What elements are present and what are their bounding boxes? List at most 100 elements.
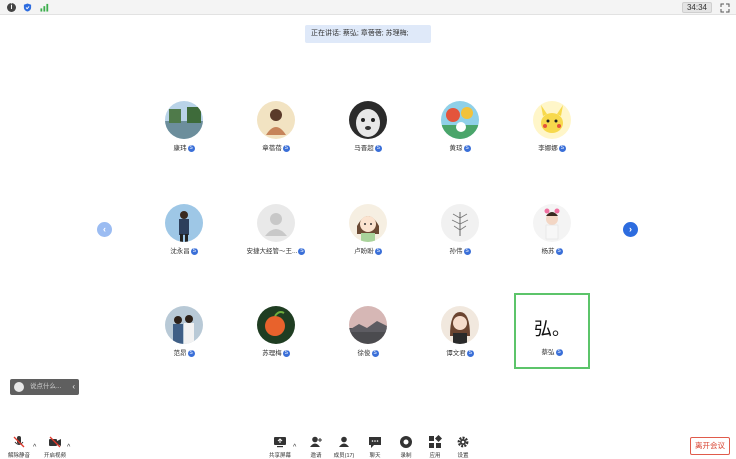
participant-name: 蔡弘 [541,349,555,356]
status-badge: S [187,349,195,357]
avatar [349,204,387,242]
status-badge: S [371,349,379,357]
participant-tile[interactable]: 马晋超 S [329,90,407,166]
participant-name: 黄琼 [449,145,463,152]
avatar [441,204,479,242]
info-icon[interactable]: i [7,3,16,12]
participant-tile[interactable]: 卢盼盼 S [329,193,407,269]
fullscreen-icon[interactable] [720,3,730,13]
avatar [257,101,295,139]
participant-name: 范昂 [173,350,187,357]
status-badge: S [187,144,195,152]
speaking-banner: 正在讲话: 蔡弘; 章蓓蓓; 苏理梅; [305,25,431,43]
meeting-window: i 34:34 正在讲话: 蔡弘; 章蓓蓓; 苏理梅; ‹ › 康玮 S 章蓓蓓… [0,0,736,459]
shield-icon[interactable] [23,3,32,12]
record-label: 录制 [400,453,412,459]
participant-tile[interactable]: 范昂 S [145,295,223,371]
status-badge: S [374,144,382,152]
participant-name: 卢盼盼 [354,248,374,255]
participant-name: 谭文君 [446,350,466,357]
participant-name: 安捷大经管～王... [246,248,298,255]
top-bar: i 34:34 [0,0,736,15]
participant-tile[interactable]: 苏理梅 S [237,295,315,371]
signal-icon[interactable] [40,3,49,12]
avatar [533,101,571,139]
status-badge: S [298,247,306,255]
audio-options-chevron-icon[interactable]: ^ [33,444,36,451]
apps-button[interactable]: 应用 [420,435,450,459]
start-video-button[interactable]: 开启视频 [40,435,70,459]
chat-placeholder[interactable]: 说点什么... [30,379,61,395]
avatar [349,101,387,139]
chat-label: 聊天 [369,453,381,459]
avatar [533,204,571,242]
next-page-button[interactable]: › [623,222,638,237]
apps-label: 应用 [429,453,441,459]
participant-tile[interactable]: 沈永昌 S [145,193,223,269]
participant-tile[interactable]: 孙伟 S [421,193,499,269]
status-badge: S [463,144,471,152]
video-options-chevron-icon[interactable]: ^ [67,444,70,451]
share-options-chevron-icon[interactable]: ^ [293,444,296,451]
avatar [165,101,203,139]
participant-name: 徐俊 [357,350,371,357]
apps-icon [429,435,442,448]
participant-tile[interactable]: 谭文君 S [421,295,499,371]
settings-button[interactable]: 设置 [448,435,478,459]
participant-name: 康玮 [173,145,187,152]
unmute-label: 解除静音 [7,453,30,459]
avatar-text: 弘。 [534,319,570,340]
invite-button[interactable]: 邀请 [301,435,331,459]
avatar [257,306,295,344]
start-video-label: 开启视频 [43,453,66,459]
status-badge: S [555,247,563,255]
prev-page-button[interactable]: ‹ [97,222,112,237]
chat-icon [369,437,381,448]
members-label: 成员(17) [333,453,355,459]
unmute-button[interactable]: 解除静音 [4,435,34,459]
status-badge: S [282,144,290,152]
mic-muted-icon [13,436,25,448]
video-off-icon [49,436,61,448]
leave-meeting-button[interactable]: 离开会议 [690,437,730,455]
participant-tile[interactable]: 黄琼 S [421,90,499,166]
participant-tile[interactable]: 康玮 S [145,90,223,166]
active-speaker-tile[interactable]: 弘。 蔡弘 S [514,293,590,369]
avatar [441,306,479,344]
emoji-icon[interactable] [14,382,24,392]
status-badge: S [466,349,474,357]
status-badge: S [558,144,566,152]
share-screen-button[interactable]: 共享屏幕 [265,435,295,459]
settings-label: 设置 [457,453,469,459]
record-icon [400,436,412,448]
participant-tile[interactable]: 章蓓蓓 S [237,90,315,166]
participant-name: 孙伟 [449,248,463,255]
participant-name: 章蓓蓓 [262,145,282,152]
status-badge: S [190,247,198,255]
members-button[interactable]: 成员(17) [329,435,359,459]
gear-icon [457,436,469,448]
avatar [441,101,479,139]
share-screen-icon [274,437,286,448]
status-badge: S [463,247,471,255]
participant-tile[interactable]: 李娜娜 S [513,90,591,166]
participant-name: 沈永昌 [170,248,190,255]
record-button[interactable]: 录制 [391,435,421,459]
share-screen-label: 共享屏幕 [268,453,291,459]
participant-tile[interactable]: 徐俊 S [329,295,407,371]
status-badge: S [374,247,382,255]
avatar [349,306,387,344]
participant-tile[interactable]: 杨苏 S [513,193,591,269]
avatar [165,204,203,242]
collapse-chat-icon[interactable]: ‹ [72,379,75,395]
status-badge: S [555,348,563,356]
participant-name: 杨苏 [541,248,555,255]
participant-name: 李娜娜 [538,145,558,152]
invite-label: 邀请 [310,453,322,459]
participant-tile[interactable]: 安捷大经管～王... S [237,193,315,269]
avatar [165,306,203,344]
status-badge: S [282,349,290,357]
chat-button[interactable]: 聊天 [360,435,390,459]
participant-name: 马晋超 [354,145,374,152]
chat-input-bar[interactable]: 说点什么... ‹ [10,379,79,395]
